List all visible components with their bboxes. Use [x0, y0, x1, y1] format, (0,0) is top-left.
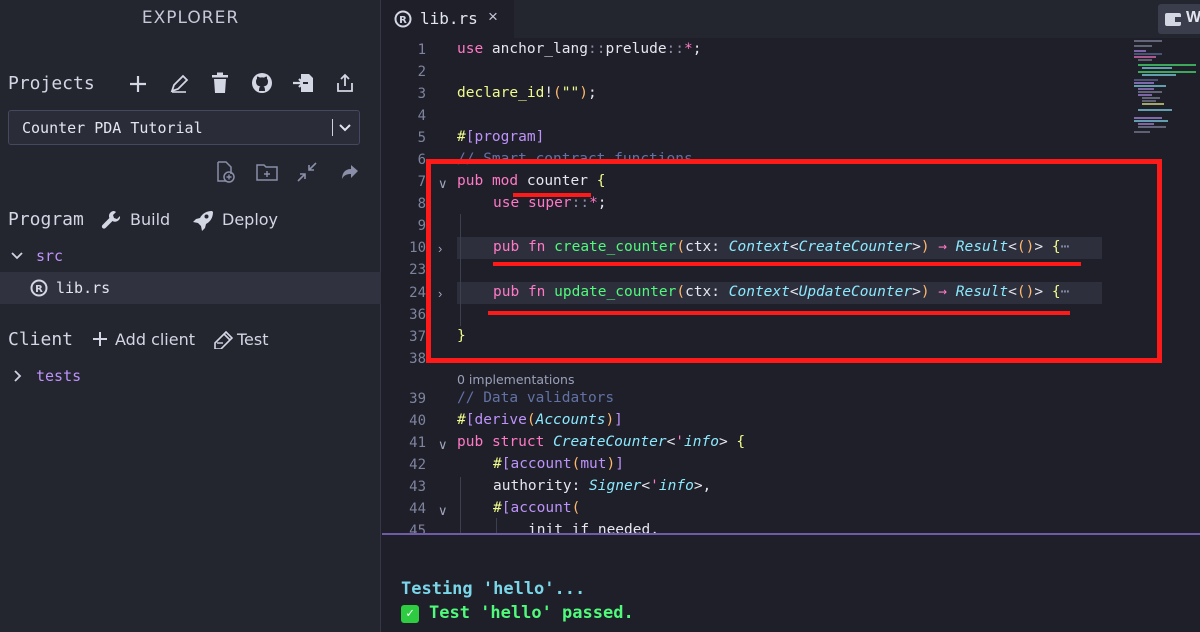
chevron-down-icon: [10, 250, 24, 262]
file-lib-rs-label: lib.rs: [56, 279, 111, 297]
indent-guide: [496, 518, 497, 533]
line-number: 43: [409, 479, 426, 495]
explorer-title: EXPLORER: [141, 8, 240, 28]
rocket-icon: [192, 209, 214, 231]
wallet-label: W: [1186, 9, 1200, 26]
line-number: 4: [417, 108, 426, 124]
red-underline: [513, 193, 591, 197]
code-line[interactable]: #[derive(Accounts)]: [457, 412, 623, 428]
terminal-line-text: Test 'hello' passed.: [429, 603, 634, 623]
code-line[interactable]: use anchor_lang::prelude::*;: [457, 41, 701, 57]
share-project-icon[interactable]: [335, 73, 355, 93]
indent-guide: [460, 477, 461, 533]
share-arrow-icon[interactable]: [340, 163, 360, 181]
wrench-icon: [101, 210, 121, 230]
line-number: 44: [409, 501, 426, 517]
line-number: 10: [409, 240, 426, 256]
line-number: 41: [409, 435, 426, 451]
terminal-panel[interactable]: Testing 'hello'... ✓ Test 'hello' passed.: [382, 533, 1200, 632]
line-number: 37: [409, 329, 426, 345]
project-select-value: Counter PDA Tutorial: [22, 119, 203, 137]
folder-tests-label: tests: [36, 367, 82, 385]
import-project-icon[interactable]: [292, 72, 314, 94]
line-number: 23: [409, 262, 426, 278]
deploy-label: Deploy: [222, 210, 279, 229]
test-label: Test: [237, 330, 269, 349]
wallet-icon: [1164, 11, 1182, 27]
code-line[interactable]: // Data validators: [457, 390, 614, 406]
build-label: Build: [130, 210, 171, 229]
tab-lib-rs-label: lib.rs: [420, 9, 478, 28]
code-line[interactable]: #[account(mut)]: [493, 456, 624, 472]
new-file-icon[interactable]: [215, 161, 235, 183]
line-number: 24: [409, 285, 426, 301]
collapse-icon[interactable]: [297, 162, 317, 182]
line-number: 6: [417, 152, 426, 168]
line-number: 2: [417, 64, 426, 80]
add-client-label: Add client: [115, 330, 196, 349]
new-folder-icon[interactable]: [256, 163, 278, 181]
flask-icon: [213, 331, 233, 349]
code-line[interactable]: authority: Signer<'info>,: [493, 478, 711, 494]
fold-expanded-icon[interactable]: ∨: [438, 503, 448, 519]
chevron-right-icon: [12, 369, 24, 383]
line-number: 8: [417, 196, 426, 212]
line-number: 3: [417, 86, 426, 102]
svg-text:R: R: [399, 15, 407, 26]
code-line[interactable]: #[program]: [457, 129, 544, 145]
explorer-sidebar: EXPLORER Projects Counter PDA Tutorial P…: [0, 0, 381, 632]
rust-file-icon: R: [30, 279, 48, 297]
code-line[interactable]: init_if_needed,: [528, 522, 659, 533]
terminal-line-passed: ✓ Test 'hello' passed.: [401, 603, 634, 623]
minimap[interactable]: [1132, 38, 1200, 148]
line-number: 36: [409, 307, 426, 323]
wallet-button[interactable]: W: [1158, 4, 1200, 34]
line-number: 7: [417, 174, 426, 190]
client-label: Client: [8, 329, 74, 350]
delete-project-icon[interactable]: [210, 72, 230, 94]
select-divider: [332, 119, 333, 136]
rust-file-icon: R: [394, 10, 412, 28]
terminal-line: Testing 'hello'...: [401, 579, 586, 599]
code-line[interactable]: declare_id!("");: [457, 85, 597, 101]
tab-bar: R lib.rs × W: [382, 0, 1200, 38]
red-underline: [493, 262, 1081, 266]
line-number: 39: [409, 391, 426, 407]
line-number: 40: [409, 413, 426, 429]
red-highlight-box: [426, 159, 1162, 363]
red-underline: [488, 311, 1070, 315]
tab-lib-rs[interactable]: R lib.rs ×: [382, 0, 514, 38]
line-number: 38: [409, 351, 426, 367]
line-number: 42: [409, 457, 426, 473]
line-number: 5: [417, 130, 426, 146]
line-number: 9: [417, 218, 426, 234]
project-select[interactable]: Counter PDA Tutorial: [8, 110, 360, 145]
rename-project-icon[interactable]: [169, 74, 189, 94]
projects-label: Projects: [8, 73, 95, 94]
implementations-hint[interactable]: 0 implementations: [457, 372, 574, 387]
file-lib-rs[interactable]: R lib.rs: [0, 272, 381, 304]
add-project-icon[interactable]: [128, 74, 148, 94]
close-icon[interactable]: ×: [488, 7, 498, 27]
plus-icon: [92, 331, 108, 347]
folder-tests[interactable]: tests: [0, 360, 381, 392]
github-icon[interactable]: [251, 72, 273, 94]
folder-src[interactable]: src: [0, 240, 381, 272]
program-label: Program: [8, 209, 84, 230]
check-icon: ✓: [401, 605, 419, 623]
line-number: 45: [409, 523, 426, 533]
code-line[interactable]: pub struct CreateCounter<'info> {: [457, 434, 745, 450]
fold-expanded-icon[interactable]: ∨: [438, 437, 448, 453]
code-line[interactable]: #[account(: [493, 500, 580, 516]
folder-src-label: src: [36, 247, 64, 265]
line-number: 1: [417, 42, 426, 58]
svg-text:R: R: [35, 284, 43, 295]
chevron-down-icon: [338, 122, 352, 134]
